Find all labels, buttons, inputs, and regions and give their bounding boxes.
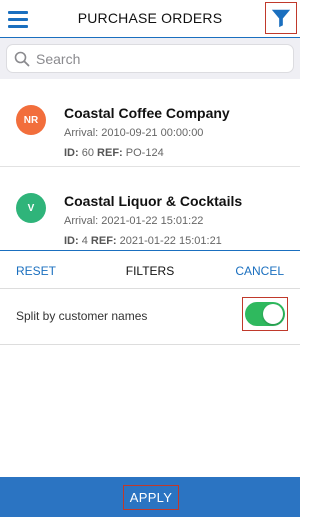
order-arrival: Arrival: 2010-09-21 00:00:00 (64, 127, 204, 139)
split-by-customer-toggle[interactable] (245, 302, 285, 326)
id-value: 60 (81, 147, 94, 159)
order-ids: ID: 4 REF: 2021-01-22 15:01:21 (64, 235, 222, 247)
order-arrival: Arrival: 2021-01-22 15:01:22 (64, 215, 204, 227)
search-input[interactable] (36, 50, 276, 67)
toggle-knob (263, 304, 283, 324)
avatar: V (16, 193, 46, 223)
ref-value: PO-124 (125, 147, 164, 159)
id-value: 4 (81, 235, 88, 247)
funnel-icon (271, 9, 291, 28)
search-bar (0, 37, 300, 79)
ref-label: REF: (97, 147, 123, 159)
filter-button[interactable] (265, 2, 297, 34)
avatar: NR (16, 105, 46, 135)
toggle-highlight (242, 297, 288, 331)
order-name: Coastal Coffee Company (64, 105, 230, 121)
id-label: ID: (64, 235, 79, 247)
search-box[interactable] (6, 44, 294, 73)
id-label: ID: (64, 147, 79, 159)
cancel-button[interactable]: CANCEL (235, 264, 284, 278)
ref-value: 2021-01-22 15:01:21 (119, 235, 222, 247)
order-list: NR Coastal Coffee Company Arrival: 2010-… (0, 79, 300, 255)
ref-label: REF: (90, 235, 117, 247)
filter-option-split-by-customer: Split by customer names (0, 289, 300, 345)
search-icon (14, 51, 30, 66)
filter-panel-header: RESET FILTERS CANCEL (0, 251, 300, 289)
list-item[interactable]: NR Coastal Coffee Company Arrival: 2010-… (0, 79, 300, 167)
app-header: PURCHASE ORDERS (0, 0, 300, 36)
page-title: PURCHASE ORDERS (77, 10, 223, 26)
option-label: Split by customer names (16, 309, 148, 323)
apply-button[interactable]: APPLY (123, 485, 179, 510)
order-name: Coastal Liquor & Cocktails (64, 193, 243, 209)
order-ids: ID: 60 REF: PO-124 (64, 147, 164, 159)
apply-bar: APPLY (0, 477, 300, 517)
list-item[interactable]: V Coastal Liquor & Cocktails Arrival: 20… (0, 167, 300, 255)
